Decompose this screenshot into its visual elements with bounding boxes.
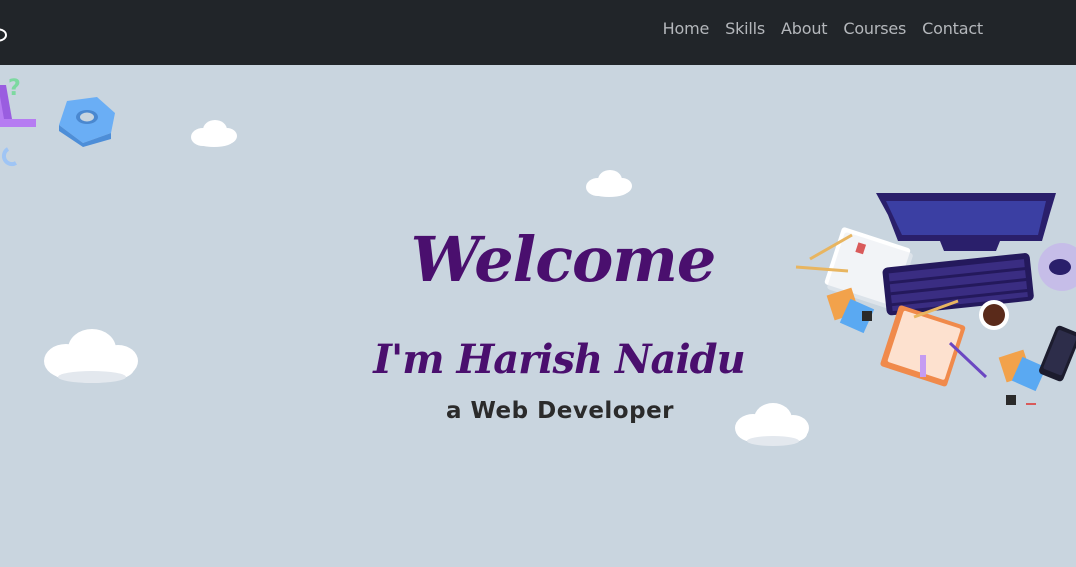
brand-logo-icon[interactable]: [0, 26, 8, 44]
hero-section: ? Welcome I'm Harish Naidu a Web Develop…: [0, 65, 1076, 567]
nav-links: Home Skills About Courses Contact: [663, 19, 984, 39]
svg-text:?: ?: [8, 76, 21, 101]
welcome-heading: Welcome: [410, 223, 717, 296]
hex-nut-icon: [59, 97, 115, 147]
nav-link-about[interactable]: About: [781, 19, 828, 39]
cloud-icon: [586, 170, 632, 197]
name-heading: I'm Harish Naidu: [373, 336, 745, 383]
cloud-icon: [191, 120, 237, 147]
nav-link-contact[interactable]: Contact: [922, 19, 983, 39]
navbar: Home Skills About Courses Contact: [0, 0, 1076, 65]
nav-link-skills[interactable]: Skills: [725, 19, 765, 39]
letters-decoration-icon: ?: [0, 76, 36, 167]
role-subtitle: a Web Developer: [445, 398, 675, 424]
nav-link-home[interactable]: Home: [663, 19, 710, 39]
nav-link-courses[interactable]: Courses: [843, 19, 906, 39]
